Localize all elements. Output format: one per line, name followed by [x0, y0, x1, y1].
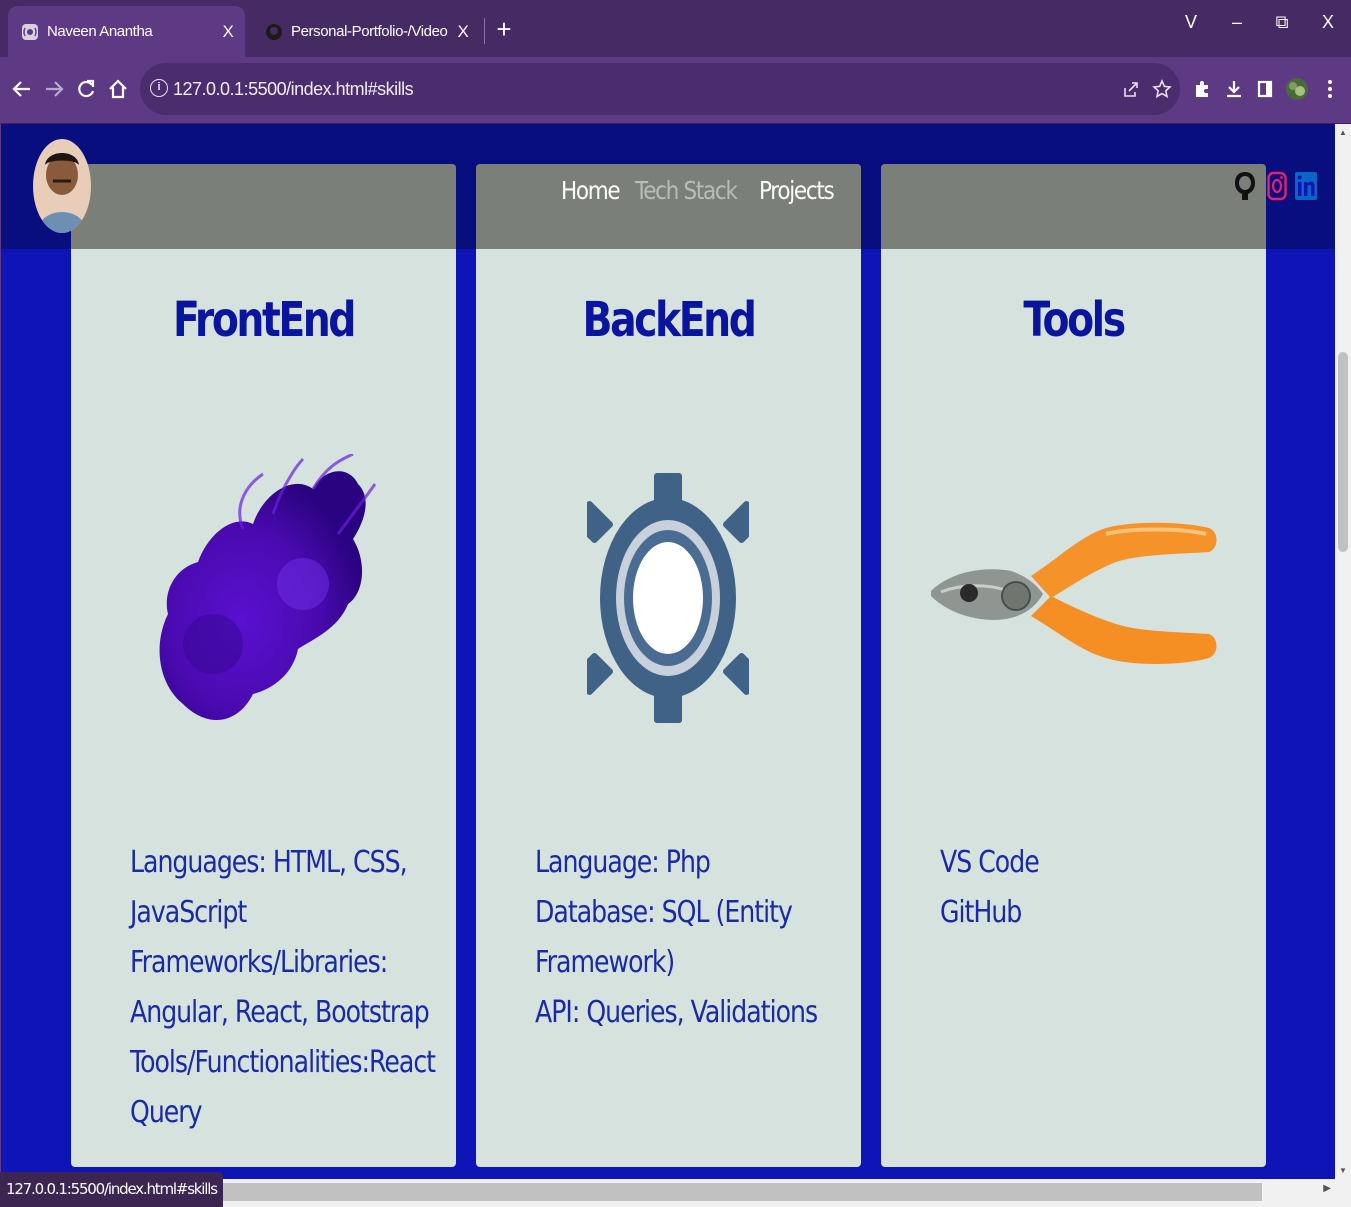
- tab-search-button[interactable]: V: [1176, 12, 1206, 33]
- list-item: Angular, React, Bootstrap: [130, 995, 430, 1030]
- list-item: GitHub: [940, 895, 1022, 930]
- list-item: JavaScript: [130, 895, 247, 930]
- header-card-overlay: [881, 164, 1266, 249]
- scroll-down-arrow-icon[interactable]: ▼: [1338, 1166, 1348, 1175]
- pliers-image: [931, 522, 1217, 664]
- avatar[interactable]: [33, 139, 91, 233]
- nav-home[interactable]: Home: [561, 176, 621, 205]
- back-button[interactable]: [8, 75, 36, 103]
- close-window-button[interactable]: X: [1313, 12, 1343, 33]
- list-item: Framework): [535, 945, 675, 980]
- site-favicon-icon: [21, 23, 39, 41]
- list-item: Query: [130, 1095, 203, 1130]
- header-card-overlay: [71, 164, 456, 249]
- tab-title: Naveen Anantha: [47, 23, 153, 40]
- skill-card-backend: BackEnd Language: Php Database: SQL (Ent…: [476, 164, 861, 1167]
- profile-avatar-icon[interactable]: [1285, 77, 1309, 101]
- side-panel-icon[interactable]: [1253, 77, 1277, 101]
- frontend-skill-list: Languages: HTML, CSS, JavaScript Framewo…: [130, 838, 493, 1138]
- home-button[interactable]: [104, 75, 132, 103]
- restore-button[interactable]: ⧉: [1267, 12, 1297, 33]
- home-icon: [109, 79, 127, 99]
- github-favicon-icon: [265, 23, 283, 41]
- card-title: Tools: [1023, 292, 1126, 348]
- link-status-bar: 127.0.0.1:5500/index.html#skills: [0, 1172, 223, 1207]
- skill-card-frontend: FrontEnd Languages: HTML, CSS, JavaScrip…: [71, 164, 456, 1167]
- list-item: Tools/Functionalities:React: [130, 1045, 436, 1080]
- nav-tech-stack[interactable]: Tech Stack: [635, 176, 738, 205]
- card-title: BackEnd: [582, 292, 757, 348]
- nav-projects[interactable]: Projects: [759, 176, 835, 205]
- purple-ink-smoke-image: [159, 454, 377, 721]
- tab-title: Personal-Portfolio-/Video Demo/: [291, 23, 452, 40]
- tools-skill-list: VS Code GitHub: [940, 838, 1058, 938]
- url-input[interactable]: [173, 76, 1073, 102]
- arrow-left-icon: [12, 81, 30, 97]
- site-info-icon[interactable]: i: [150, 79, 168, 97]
- main-nav: Home Tech Stack Projects: [561, 176, 835, 205]
- list-item: Database: SQL (Entity: [535, 895, 793, 930]
- skill-card-tools: Tools VS Code GitHub: [881, 164, 1266, 1167]
- github-icon[interactable]: [1234, 170, 1256, 202]
- list-item: Languages: HTML, CSS,: [130, 845, 408, 880]
- address-bar[interactable]: i: [140, 63, 1180, 115]
- site-header: Home Tech Stack Projects: [1, 124, 1335, 249]
- gear-icon: [587, 473, 749, 723]
- list-item: API: Queries, Validations: [535, 995, 818, 1030]
- list-item: Frameworks/Libraries:: [130, 945, 388, 980]
- arrow-right-icon: [46, 81, 64, 97]
- download-icon[interactable]: [1222, 77, 1246, 101]
- tab-close-icon[interactable]: X: [217, 22, 239, 42]
- scrollbar-thumb[interactable]: [178, 1183, 1262, 1201]
- share-icon[interactable]: [1120, 78, 1142, 100]
- extensions-puzzle-icon[interactable]: [1190, 77, 1214, 101]
- minimize-button[interactable]: –: [1222, 12, 1252, 33]
- linkedin-icon[interactable]: [1295, 170, 1317, 202]
- new-tab-button[interactable]: +: [492, 15, 516, 43]
- bookmark-star-icon[interactable]: [1151, 78, 1173, 100]
- tab-close-icon[interactable]: X: [452, 22, 474, 42]
- tab-personal-portfolio[interactable]: Personal-Portfolio-/Video Demo/ X: [252, 6, 480, 57]
- instagram-icon[interactable]: [1266, 170, 1288, 202]
- vertical-scrollbar[interactable]: ▲ ▼: [1335, 124, 1351, 1179]
- browser-toolbar: i: [0, 57, 1351, 124]
- more-menu-icon[interactable]: [1318, 77, 1342, 101]
- tab-separator: [484, 18, 485, 44]
- reload-button[interactable]: [72, 75, 100, 103]
- list-item: VS Code: [940, 845, 1040, 880]
- card-title: FrontEnd: [172, 292, 357, 348]
- backend-skill-list: Language: Php Database: SQL (Entity Fram…: [535, 838, 871, 1038]
- scrollbar-thumb[interactable]: [1338, 352, 1348, 552]
- forward-button[interactable]: [40, 75, 68, 103]
- scroll-up-arrow-icon[interactable]: ▲: [1338, 128, 1348, 137]
- list-item: Language: Php: [535, 845, 711, 880]
- page-viewport: FrontEnd Languages: HTML, CSS, JavaScrip…: [0, 124, 1335, 1179]
- reload-icon: [78, 79, 95, 98]
- browser-tab-strip: Naveen Anantha X Personal-Portfolio-/Vid…: [0, 0, 1351, 57]
- tab-naveen-anantha[interactable]: Naveen Anantha X: [8, 6, 245, 57]
- scroll-right-arrow-icon[interactable]: ▶: [1323, 1183, 1331, 1194]
